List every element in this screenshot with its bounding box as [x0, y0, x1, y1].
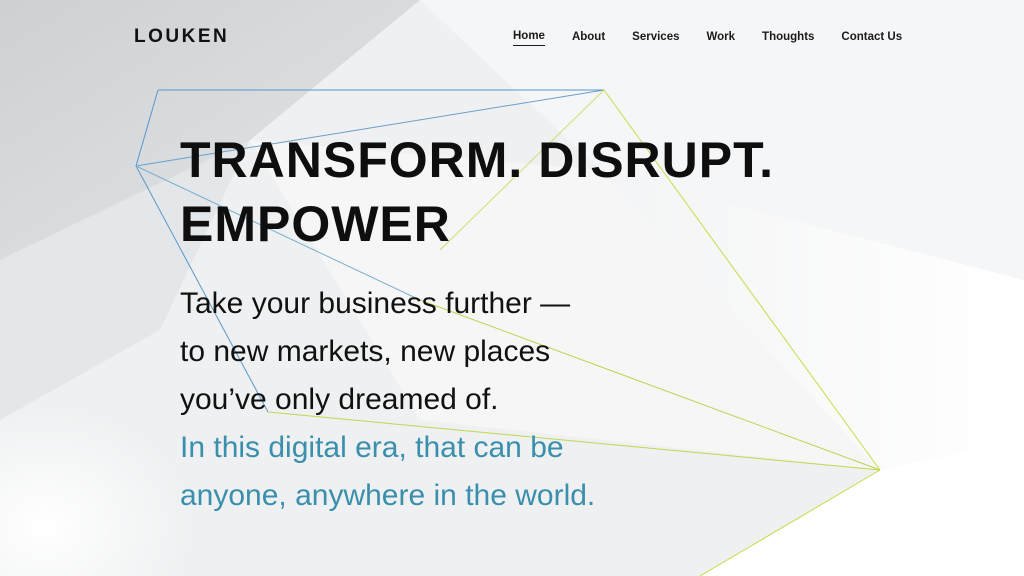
nav-item-about[interactable]: About: [572, 31, 605, 46]
hero-tagline-line: Take your business further —: [180, 287, 571, 320]
nav-item-work[interactable]: Work: [707, 31, 736, 46]
page: LOUKEN Home About Services Work Thoughts…: [0, 0, 1024, 576]
hero-tagline-line: to new markets, new places: [180, 335, 551, 368]
hero-tagline: Take your business further — to new mark…: [180, 280, 595, 520]
nav-item-thoughts[interactable]: Thoughts: [762, 31, 814, 46]
hero-headline-line: TRANSFORM. DISRUPT.: [180, 132, 774, 188]
hero-headline: TRANSFORM. DISRUPT. EMPOWER: [180, 128, 774, 256]
main-nav: Home About Services Work Thoughts Contac…: [513, 30, 902, 46]
hero-tagline-accent-line: anyone, anywhere in the world.: [180, 479, 596, 512]
hero-headline-line: EMPOWER: [180, 196, 451, 252]
nav-item-services[interactable]: Services: [632, 31, 679, 46]
nav-item-home[interactable]: Home: [513, 30, 545, 46]
nav-item-contact-us[interactable]: Contact Us: [841, 31, 902, 46]
logo[interactable]: LOUKEN: [134, 26, 229, 48]
hero-tagline-line: you’ve only dreamed of.: [180, 383, 499, 416]
hero-tagline-accent-line: In this digital era, that can be: [180, 431, 564, 464]
